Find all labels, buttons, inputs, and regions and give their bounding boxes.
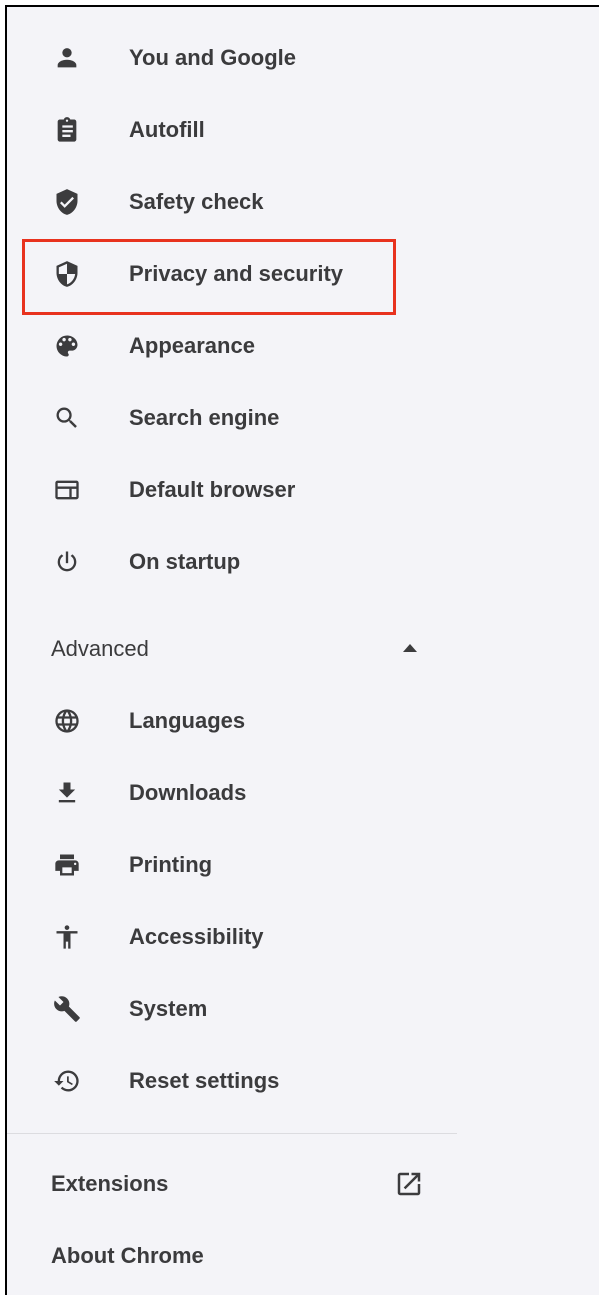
palette-icon [53, 332, 81, 360]
sidebar-item-appearance[interactable]: Appearance [7, 310, 457, 382]
globe-icon [53, 707, 81, 735]
sidebar-item-label: Privacy and security [129, 261, 344, 286]
sidebar-item-label: Languages [129, 708, 246, 733]
search-icon [53, 404, 81, 432]
sidebar-item-on-startup[interactable]: On startup [7, 526, 457, 598]
sidebar-item-label: Downloads [129, 780, 247, 805]
extensions-link[interactable]: Extensions [7, 1148, 457, 1220]
extensions-label: Extensions [51, 1171, 169, 1196]
sidebar-item-label: Printing [129, 852, 213, 877]
advanced-section-label: Advanced [51, 636, 149, 661]
printer-icon [53, 851, 81, 879]
accessibility-icon [53, 923, 81, 951]
sidebar-item-label: Accessibility [129, 924, 264, 949]
open-in-new-icon [394, 1169, 424, 1199]
sidebar-item-label: Search engine [129, 405, 280, 430]
shield-check-icon [53, 188, 81, 216]
sidebar-item-label: Reset settings [129, 1068, 280, 1093]
sidebar-item-label: On startup [129, 549, 241, 574]
sidebar-item-label: System [129, 996, 208, 1021]
sidebar-item-label: Default browser [129, 477, 296, 502]
person-icon [53, 44, 81, 72]
about-chrome-link[interactable]: About Chrome [7, 1220, 457, 1292]
sidebar-item-label: Autofill [129, 117, 205, 142]
about-chrome-label: About Chrome [51, 1243, 204, 1268]
sidebar-item-reset-settings[interactable]: Reset settings [7, 1045, 457, 1117]
advanced-section-toggle[interactable]: Advanced [7, 613, 457, 685]
section-divider [7, 1133, 457, 1134]
sidebar-item-accessibility[interactable]: Accessibility [7, 901, 457, 973]
sidebar-item-label: You and Google [129, 45, 297, 70]
sidebar-item-printing[interactable]: Printing [7, 829, 457, 901]
sidebar-item-autofill[interactable]: Autofill [7, 94, 457, 166]
sidebar-item-safety-check[interactable]: Safety check [7, 166, 457, 238]
sidebar-item-label: Appearance [129, 333, 255, 358]
power-icon [53, 548, 81, 576]
sidebar-item-privacy-and-security[interactable]: Privacy and security [7, 238, 457, 310]
sidebar-item-languages[interactable]: Languages [7, 685, 457, 757]
sidebar-item-search-engine[interactable]: Search engine [7, 382, 457, 454]
sidebar-item-you-and-google[interactable]: You and Google [7, 22, 457, 94]
clipboard-icon [53, 116, 81, 144]
sidebar-item-default-browser[interactable]: Default browser [7, 454, 457, 526]
download-icon [53, 779, 81, 807]
caret-up-icon [403, 644, 417, 652]
sidebar-item-label: Safety check [129, 189, 264, 214]
shield-half-icon [53, 260, 81, 288]
history-icon [53, 1067, 81, 1095]
sidebar-item-system[interactable]: System [7, 973, 457, 1045]
wrench-icon [53, 995, 81, 1023]
settings-sidebar: You and Google Autofill Safety check Pri… [5, 5, 599, 1295]
browser-window-icon [53, 476, 81, 504]
sidebar-item-downloads[interactable]: Downloads [7, 757, 457, 829]
